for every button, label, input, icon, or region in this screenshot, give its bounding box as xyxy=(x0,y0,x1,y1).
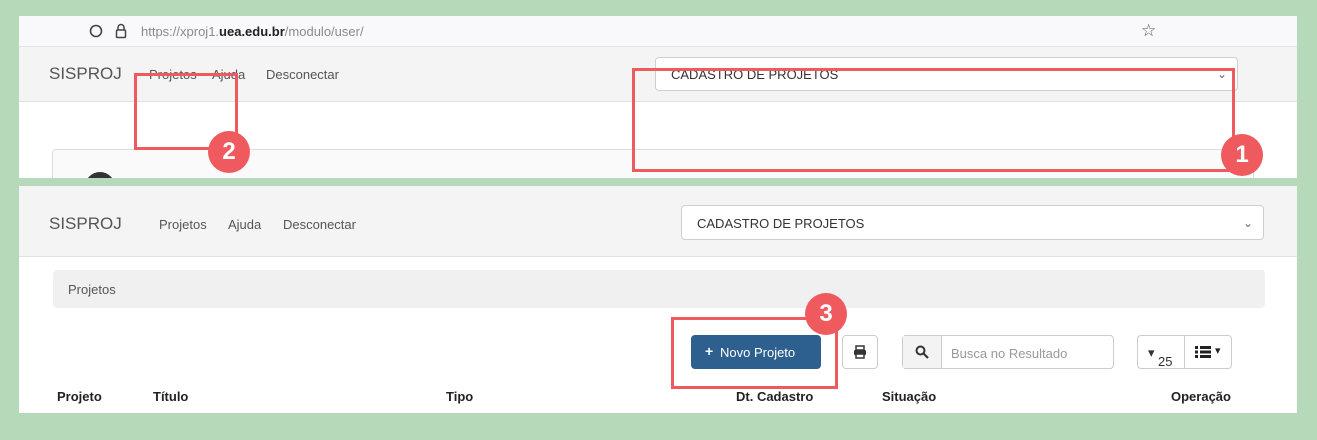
screenshot-bottom-panel: SISPROJ Projetos Ajuda Desconectar CADAS… xyxy=(19,186,1297,413)
nav-desconectar[interactable]: Desconectar xyxy=(266,67,339,82)
page-size-value: 25 ▾ xyxy=(1148,345,1173,369)
column-header-dt-cadastro[interactable]: Dt. Cadastro xyxy=(736,389,813,404)
column-header-projeto[interactable]: Projeto xyxy=(57,389,102,404)
breadcrumb-item[interactable]: Projetos xyxy=(68,282,116,297)
breadcrumb: Projetos xyxy=(53,270,1265,308)
module-select[interactable]: CADASTRO DE PROJETOS ⌄ xyxy=(681,205,1264,240)
column-header-tipo[interactable]: Tipo xyxy=(446,389,473,404)
column-header-situacao[interactable]: Situação xyxy=(882,389,936,404)
search-addon[interactable] xyxy=(903,336,942,368)
step-badge-3: 3 xyxy=(805,293,847,335)
url-text[interactable]: https://xproj1.uea.edu.br/modulo/user/ xyxy=(141,24,364,39)
lock-icon xyxy=(115,23,127,39)
brand-logo[interactable]: SISPROJ xyxy=(49,214,122,234)
highlight-box-1 xyxy=(632,68,1235,172)
print-button[interactable] xyxy=(842,335,878,369)
navbar: SISPROJ Projetos Ajuda Desconectar CADAS… xyxy=(19,186,1297,257)
search-group xyxy=(902,335,1114,369)
nav-ajuda[interactable]: Ajuda xyxy=(228,217,261,232)
chevron-down-icon: ▾ xyxy=(1215,345,1221,357)
print-icon xyxy=(854,345,866,359)
list-icon xyxy=(1195,346,1211,358)
search-icon xyxy=(915,345,929,359)
module-select-value: CADASTRO DE PROJETOS xyxy=(697,216,865,231)
step-badge-1: 1 xyxy=(1221,134,1263,176)
page-size-button[interactable]: 25 ▾ xyxy=(1137,335,1185,369)
browser-address-bar[interactable]: https://xproj1.uea.edu.br/modulo/user/ ☆ xyxy=(19,16,1297,47)
search-input[interactable] xyxy=(949,342,1113,364)
chevron-down-icon: ⌄ xyxy=(1242,216,1253,230)
bookmark-star-icon[interactable]: ☆ xyxy=(1141,21,1156,41)
columns-button[interactable]: ▾ xyxy=(1184,335,1232,369)
column-header-operacao[interactable]: Operação xyxy=(1171,389,1231,404)
nav-projetos[interactable]: Projetos xyxy=(159,217,207,232)
nav-desconectar[interactable]: Desconectar xyxy=(283,217,356,232)
shield-icon xyxy=(89,24,103,38)
column-header-titulo[interactable]: Título xyxy=(153,389,188,404)
brand-logo[interactable]: SISPROJ xyxy=(49,64,122,84)
step-badge-2: 2 xyxy=(208,131,250,173)
